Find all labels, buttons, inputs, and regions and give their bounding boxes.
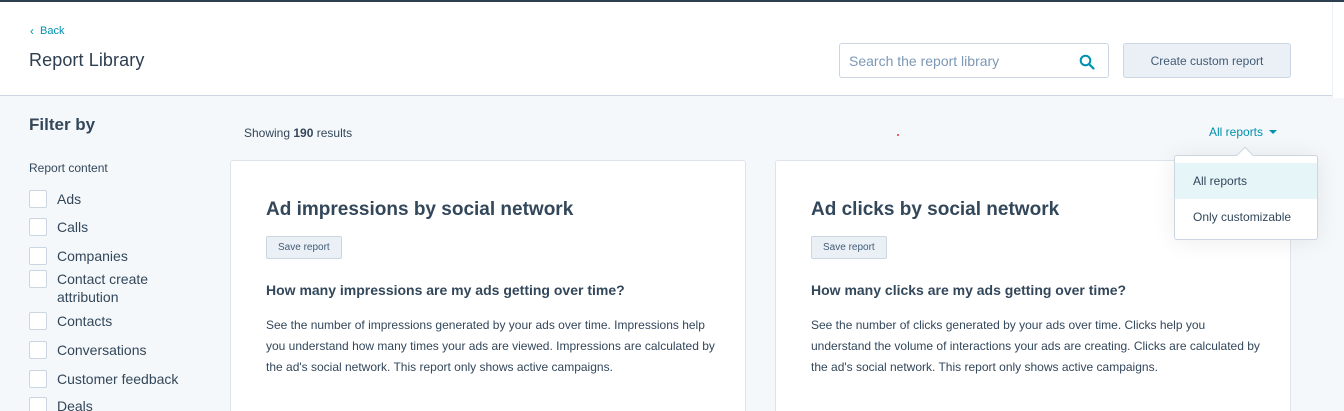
filter-option-contact-create-attribution[interactable]: Contact create attribution (29, 270, 197, 306)
checkbox[interactable] (29, 270, 47, 288)
report-card[interactable]: Ad impressions by social network Save re… (230, 160, 746, 411)
search-icon[interactable] (1079, 54, 1095, 70)
filter-sidebar: Filter by Report content Ads Calls Compa… (0, 97, 222, 411)
filter-option-label: Ads (57, 191, 82, 207)
filter-option-label: Deals (57, 398, 93, 411)
dropdown-selected-label: All reports (1209, 125, 1264, 139)
results-count: Showing 190 results (244, 126, 353, 140)
checkbox[interactable] (29, 370, 47, 388)
report-type-menu: All reports Only customizable (1174, 146, 1318, 240)
filter-option-label: Contact create attribution (57, 271, 149, 305)
filter-title: Filter by (29, 115, 96, 134)
card-title[interactable]: Ad clicks by social network (811, 199, 1059, 221)
card-question: How many clicks are my ads getting over … (811, 282, 1127, 298)
checkbox[interactable] (29, 341, 47, 359)
filter-option-label: Companies (57, 248, 128, 264)
checkbox[interactable] (29, 218, 47, 236)
page-title: Report Library (29, 50, 145, 70)
back-label: Back (40, 25, 65, 37)
checkbox[interactable] (29, 190, 47, 208)
results-number: 190 (293, 126, 314, 140)
card-description: See the number of impressions generated … (266, 318, 715, 374)
filter-option-label: Contacts (57, 313, 113, 329)
filter-option-deals[interactable]: Deals (29, 397, 197, 411)
filter-option-conversations[interactable]: Conversations (29, 341, 197, 359)
filter-group-label: Report content (29, 161, 108, 175)
filter-option-label: Conversations (57, 342, 147, 358)
card-title[interactable]: Ad impressions by social network (266, 199, 573, 221)
save-report-button[interactable]: Save report (266, 236, 342, 259)
caret-down-icon (1269, 130, 1278, 134)
create-custom-report-button[interactable]: Create custom report (1123, 43, 1291, 78)
checkbox[interactable] (29, 247, 47, 265)
search-box[interactable] (839, 43, 1109, 78)
filter-option-customer-feedback[interactable]: Customer feedback (29, 370, 197, 388)
filter-option-label: Customer feedback (57, 371, 179, 387)
search-input[interactable] (840, 44, 1070, 77)
menu-item-all-reports[interactable]: All reports (1175, 163, 1317, 199)
filter-option-calls[interactable]: Calls (29, 218, 197, 236)
checkbox[interactable] (29, 397, 47, 411)
stray-dot (897, 134, 899, 136)
checkbox[interactable] (29, 312, 47, 330)
chevron-left-icon: ‹ (30, 24, 34, 38)
menu-item-only-customizable[interactable]: Only customizable (1175, 199, 1317, 235)
card-question: How many impressions are my ads getting … (266, 282, 625, 298)
save-report-button[interactable]: Save report (811, 236, 887, 259)
card-description: See the number of clicks generated by yo… (811, 318, 1260, 374)
header-bar: ‹ Back Report Library Create custom repo… (0, 0, 1344, 98)
filter-option-companies[interactable]: Companies (29, 247, 197, 265)
scroll-edge (1332, 2, 1344, 98)
filter-option-label: Calls (57, 219, 89, 235)
menu-pointer (1236, 146, 1254, 164)
report-type-dropdown[interactable]: All reports (1209, 125, 1278, 139)
filter-option-contacts[interactable]: Contacts (29, 312, 197, 330)
back-link[interactable]: ‹ Back (30, 25, 64, 37)
filter-option-ads[interactable]: Ads (29, 190, 197, 208)
